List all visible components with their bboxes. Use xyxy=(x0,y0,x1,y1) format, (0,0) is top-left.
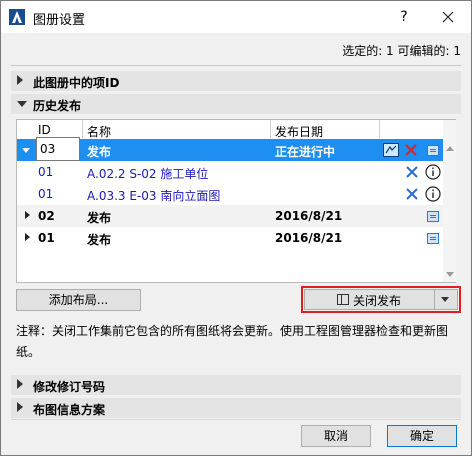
document-icon[interactable] xyxy=(427,211,439,222)
release-table[interactable]: ID 名称 发布日期 03 发布 正在进行中 01 A.02.2 S-02 施工… xyxy=(16,119,456,283)
scroll-up-icon[interactable] xyxy=(446,146,454,151)
table-row[interactable]: 01 发布 2016/8/21 xyxy=(17,227,443,249)
document-icon[interactable] xyxy=(427,145,439,156)
column-header-name[interactable]: 名称 xyxy=(87,123,111,140)
release-name: 发布 xyxy=(87,211,112,225)
expand-arrow-icon xyxy=(17,402,23,412)
close-button[interactable] xyxy=(437,7,459,27)
dialog-title: 图册设置 xyxy=(33,13,86,28)
table-row[interactable]: 01 A.02.2 S-02 施工单位 xyxy=(17,161,443,183)
archicad-logo-icon xyxy=(9,9,25,25)
section-item-ids[interactable]: 此图册中的项ID xyxy=(11,71,461,91)
document-icon[interactable] xyxy=(427,233,439,244)
expand-arrow-icon[interactable] xyxy=(25,211,30,219)
column-header-id[interactable]: ID xyxy=(38,123,51,137)
remove-icon[interactable] xyxy=(405,187,419,201)
section-info-scheme[interactable]: 布图信息方案 xyxy=(11,398,461,418)
release-date: 2016/8/21 xyxy=(275,231,343,245)
section-release-history[interactable]: 历史发布 xyxy=(11,94,461,114)
table-row[interactable]: 01 A.03.3 E-03 南向立面图 xyxy=(17,183,443,205)
close-release-label: 关闭发布 xyxy=(353,294,402,308)
close-release-button[interactable]: 关闭发布 xyxy=(305,290,434,309)
remove-icon[interactable] xyxy=(405,165,419,179)
collapse-arrow-icon xyxy=(17,101,27,107)
id-edit-field[interactable]: 03 xyxy=(36,137,80,161)
section-title: 此图册中的项ID xyxy=(33,76,120,90)
info-icon[interactable] xyxy=(425,164,441,180)
help-button[interactable]: ? xyxy=(394,7,414,27)
dropdown-arrow-icon[interactable] xyxy=(441,297,449,302)
expand-arrow-icon[interactable] xyxy=(25,233,30,241)
release-date: 正在进行中 xyxy=(275,145,336,159)
item-id: 01 xyxy=(38,187,54,201)
section-title: 历史发布 xyxy=(33,99,82,113)
section-revision-number[interactable]: 修改修订号码 xyxy=(11,375,461,395)
divider xyxy=(11,65,461,66)
selection-count: 选定的: 1 可编辑的: 1 xyxy=(342,44,461,58)
column-divider xyxy=(379,120,380,138)
layout-book-settings-dialog: 图册设置 ? 选定的: 1 可编辑的: 1 此图册中的项ID 历史发布 ID 名… xyxy=(0,0,472,456)
layout-stack-icon[interactable] xyxy=(383,143,399,157)
expand-arrow-icon xyxy=(17,379,23,389)
release-date: 2016/8/21 xyxy=(275,209,343,223)
close-release-split-button[interactable]: 关闭发布 xyxy=(304,289,458,310)
expand-arrow-icon xyxy=(17,75,23,85)
close-release-icon xyxy=(337,294,349,305)
column-divider xyxy=(82,120,83,138)
section-title: 修改修订号码 xyxy=(33,380,106,394)
close-icon xyxy=(442,11,454,23)
divider xyxy=(11,419,461,420)
info-icon[interactable] xyxy=(425,186,441,202)
item-id: 01 xyxy=(38,165,54,179)
column-header-date[interactable]: 发布日期 xyxy=(275,123,323,140)
scroll-down-icon[interactable] xyxy=(446,272,454,277)
release-id: 02 xyxy=(38,209,55,223)
item-name: A.03.3 E-03 南向立面图 xyxy=(87,189,221,203)
divider xyxy=(434,290,435,309)
add-layout-button[interactable]: 添加布局... xyxy=(16,289,141,311)
table-row[interactable]: 02 发布 2016/8/21 xyxy=(17,205,443,227)
release-name: 发布 xyxy=(87,145,112,159)
ok-button[interactable]: 确定 xyxy=(387,425,457,447)
vertical-scrollbar[interactable] xyxy=(443,120,456,282)
section-title: 布图信息方案 xyxy=(33,403,106,417)
release-id: 01 xyxy=(38,231,55,245)
cancel-button[interactable]: 取消 xyxy=(301,425,371,447)
delete-icon[interactable] xyxy=(405,144,417,156)
item-name: A.02.2 S-02 施工单位 xyxy=(87,167,209,181)
table-row[interactable]: 03 发布 正在进行中 xyxy=(17,137,443,161)
release-name: 发布 xyxy=(87,233,112,247)
note-text: 注释：关闭工作集前它包含的所有图纸将会更新。使用工程图管理器检查和更新图纸。 xyxy=(16,324,449,359)
column-divider xyxy=(270,120,271,138)
collapse-arrow-icon xyxy=(22,148,30,153)
title-bar: 图册设置 ? xyxy=(1,1,471,33)
